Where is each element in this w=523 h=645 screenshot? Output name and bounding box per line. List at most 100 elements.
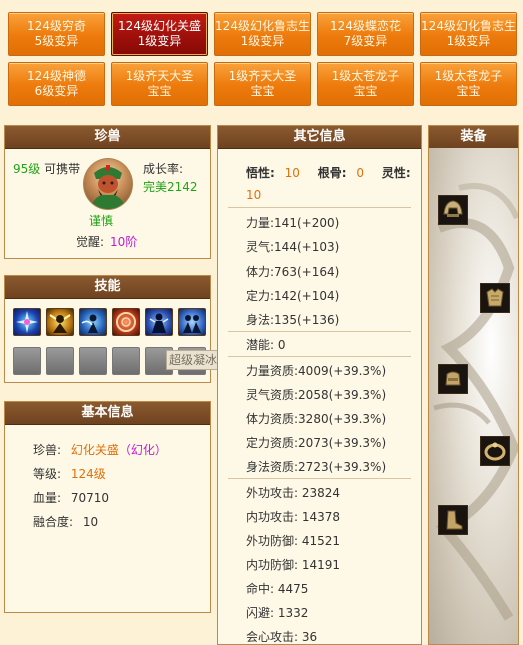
pet-tab-5[interactable]: 124级幻化鲁志生 1级变异 [420,12,517,56]
pet-tab-4[interactable]: 124级蝶恋花 7级变异 [317,12,414,56]
combat-value: 23824 [301,486,341,500]
basic-fusion-value: 10 [82,515,99,529]
helmet-icon [443,200,463,217]
basic-level-row: 等级: 124级 [33,465,106,482]
stat-row: 体力:763(+164) [246,263,339,280]
combat-row: 内功防御: 14191 [246,556,340,573]
stat-value: 135(+136) [274,313,340,327]
skill-slot-4[interactable] [112,308,140,336]
aptitude-label: 灵气资质: [246,388,299,402]
pet-avatar[interactable] [83,158,133,210]
pet-tab-3[interactable]: 124级幻化鲁志生 1级变异 [214,12,311,56]
aptitude-value: 3280(+39.3%) [298,412,387,426]
pet-nature: 谨慎 [89,212,113,229]
gauntlet-icon [445,371,461,386]
combat-value: 14191 [301,558,341,572]
fire-vortex-icon [116,312,136,332]
divider [228,478,411,479]
equipment-slot-gauntlet[interactable] [438,364,468,394]
awaken-value: 10阶 [110,235,138,249]
basic-fusion-row: 融合度: 10 [33,513,98,530]
growth-label: 成长率: [143,162,184,176]
other-info-title: 其它信息 [218,126,421,149]
aptitude-row: 体力资质:3280(+39.3%) [246,410,386,427]
skill-slot-6[interactable] [178,308,206,336]
basic-hp-value: 70710 [70,491,110,505]
tab-name: 1级太苍龙子 [331,69,400,83]
tab-name: 124级蝶恋花 [330,19,401,33]
stat-row: 身法:135(+136) [246,311,339,328]
equipment-slot-helmet[interactable] [438,195,468,225]
skill-slot-1[interactable] [13,308,41,336]
stat-value: 763(+164) [274,265,340,279]
skill-slot-empty-3[interactable] [79,347,107,375]
combat-label: 内功攻击: [246,510,299,524]
pet-tab-8[interactable]: 1级齐天大圣 宝宝 [214,62,311,106]
stat-row: 灵气:144(+103) [246,238,339,255]
aptitude-value: 2058(+39.3%) [298,388,387,402]
stat-label: 力量: [246,216,275,230]
pet-tab-7[interactable]: 1级齐天大圣 宝宝 [111,62,208,106]
stat-label: 灵气: [246,240,275,254]
equipment-title: 装备 [429,126,518,149]
lingxing-value: 10 [246,188,262,202]
stat-value: 144(+103) [274,240,340,254]
combat-label: 内功防御: [246,558,299,572]
stat-value: 142(+104) [274,289,340,303]
basic-pet-row: 珍兽: 幻化关盛（幻化） [33,441,167,458]
potential-label: 潜能: [246,338,275,352]
tab-variant: 宝宝 [147,84,172,98]
skills-panel-title: 技能 [5,276,210,299]
tab-name: 124级幻化关盛 [118,19,201,33]
twin-guard-icon [183,315,201,333]
combat-value: 4475 [277,582,309,596]
warrior-stance-icon [149,313,169,333]
equipment-slot-boots[interactable] [438,505,468,535]
skill-slot-empty-4[interactable] [112,347,140,375]
tab-variant: 1级变异 [446,34,491,48]
pet-tab-6[interactable]: 124级神德 6级变异 [8,62,105,106]
potential-row: 潜能: 0 [246,336,286,353]
pet-tab-1[interactable]: 124级穷奇 5级变异 [8,12,105,56]
equipment-slot-armor[interactable] [480,283,510,313]
equipment-slot-ring[interactable] [480,436,510,466]
attributes-row: 悟性: 10 根骨: 0 灵性: [246,164,411,181]
aptitude-label: 定力资质: [246,436,299,450]
divider [228,207,411,208]
awaken-row: 觉醒: 10阶 [76,233,137,250]
pet-tab-10[interactable]: 1级太苍龙子 宝宝 [420,62,517,106]
pet-panel-title: 珍兽 [5,126,210,149]
combat-label: 会心攻击: [246,630,299,644]
armor-icon [486,288,504,307]
basic-pet-type: （幻化） [118,443,167,457]
skill-slot-5[interactable] [145,308,173,336]
combat-row: 会心攻击: 36 [246,628,317,645]
combat-row: 外功攻击: 23824 [246,484,340,501]
basic-hp-label: 血量: [33,491,62,505]
pet-tab-2[interactable]: 124级幻化关盛 1级变异 [111,12,208,56]
wuxing-label: 悟性: [246,166,275,180]
equipment-panel: 装备 [428,125,519,645]
tab-name: 124级穷奇 [27,19,86,33]
tab-variant: 7级变异 [343,34,388,48]
aptitude-row: 定力资质:2073(+39.3%) [246,434,386,451]
combat-row: 闪避: 1332 [246,604,308,621]
tab-variant: 1级变异 [240,34,285,48]
pet-carry-label: 可携带 [44,162,81,176]
pet-tab-9[interactable]: 1级太苍龙子 宝宝 [317,62,414,106]
tab-variant: 5级变异 [34,34,79,48]
basic-level-label: 等级: [33,467,62,481]
skill-slot-empty-1[interactable] [13,347,41,375]
stat-row: 定力:142(+104) [246,287,339,304]
aptitude-label: 力量资质: [246,364,299,378]
skill-slot-2[interactable] [46,308,74,336]
basic-info-panel: 基本信息 珍兽: 幻化关盛（幻化） 等级: 124级 血量: 70710 融合度… [4,401,211,613]
wind-dash-icon [81,314,98,333]
skill-slot-3[interactable] [79,308,107,336]
tab-name: 1级齐天大圣 [228,69,297,83]
pet-nature-value: 谨慎 [89,214,114,228]
golden-strike-icon [49,314,71,333]
skill-slot-empty-2[interactable] [46,347,74,375]
pet-carry-level: 95级 可携带 [13,160,80,177]
boots-icon [446,510,463,530]
